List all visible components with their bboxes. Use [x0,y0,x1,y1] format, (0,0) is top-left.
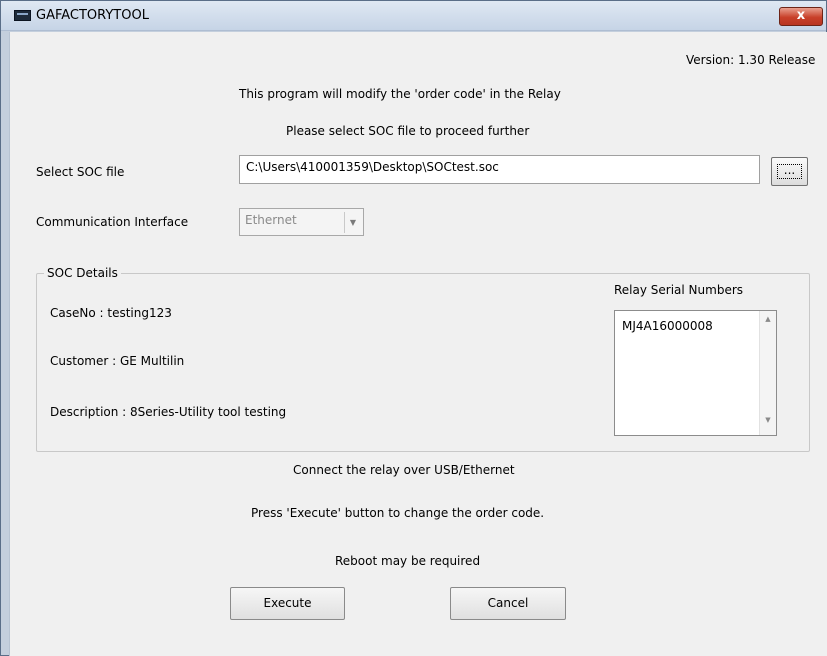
soc-file-path-input[interactable]: C:\Users\410001359\Desktop\SOCtest.soc [239,155,760,184]
cancel-button[interactable]: Cancel [450,587,566,620]
list-scrollbar[interactable]: ▲ ▼ [759,311,776,435]
customer-text: Customer : GE Multilin [50,354,185,368]
serial-numbers-list[interactable]: MJ4A16000008 ▲ ▼ [614,310,777,436]
dialog-body: Version: 1.30 Release This program will … [9,32,827,656]
title-bar[interactable]: GAFACTORYTOOL x [1,1,826,31]
description-text: Description : 8Series-Utility tool testi… [50,405,287,419]
soc-details-title: SOC Details [44,266,121,280]
execute-button[interactable]: Execute [230,587,345,620]
app-window: GAFACTORYTOOL x Version: 1.30 Release Th… [0,0,827,656]
scroll-up-icon[interactable]: ▲ [760,315,776,331]
close-button[interactable]: x [779,7,823,26]
list-item[interactable]: MJ4A16000008 [622,319,713,333]
intro-text: This program will modify the 'order code… [239,87,561,101]
version-label: Version: 1.30 Release [686,53,816,67]
reboot-text: Reboot may be required [335,554,481,568]
browse-button[interactable]: ... [771,157,808,186]
window-title: GAFACTORYTOOL [36,8,149,23]
soc-file-label: Select SOC file [36,165,125,179]
close-icon: x [796,8,806,23]
chevron-down-icon[interactable]: ▼ [344,212,361,233]
connect-text: Connect the relay over USB/Ethernet [293,463,515,477]
interface-select[interactable]: Ethernet ▼ [239,208,364,236]
interface-selected-value: Ethernet [245,213,297,227]
press-execute-text: Press 'Execute' button to change the ord… [251,506,545,520]
app-window-icon [14,10,31,21]
scroll-down-icon[interactable]: ▼ [760,416,776,432]
serial-numbers-label: Relay Serial Numbers [614,283,744,297]
instruction-text: Please select SOC file to proceed furthe… [286,124,530,138]
case-no-text: CaseNo : testing123 [50,306,172,320]
interface-label: Communication Interface [36,215,189,229]
browse-button-label: ... [777,164,802,179]
